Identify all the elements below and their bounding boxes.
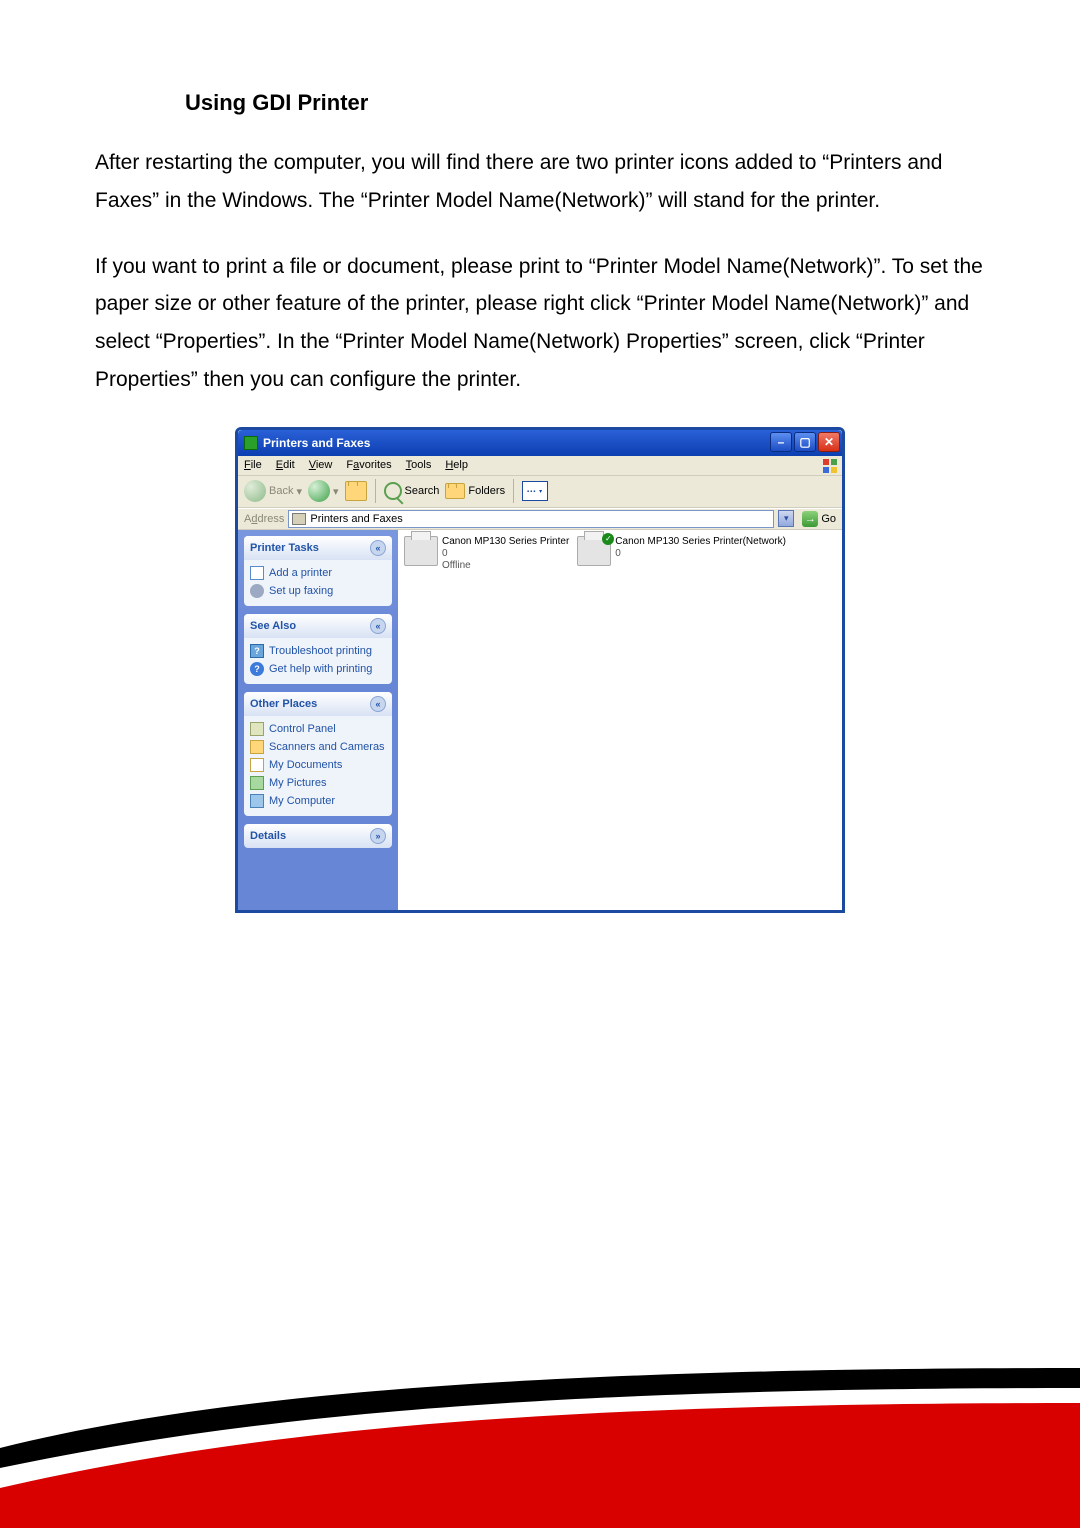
printer-icon: ✓ [577, 536, 611, 566]
printer-status: Offline [442, 560, 569, 572]
panel-see-also: See Also « ?Troubleshoot printing ?Get h… [244, 614, 392, 684]
section-heading: Using GDI Printer [185, 90, 985, 116]
views-button[interactable]: ▪▪▪ ▾ [522, 481, 548, 501]
toolbar-separator-2 [513, 479, 514, 503]
fax-icon [250, 584, 264, 598]
link-control-panel[interactable]: Control Panel [250, 722, 386, 736]
forward-icon [308, 480, 330, 502]
window-title: Printers and Faxes [263, 436, 370, 450]
default-printer-check-icon: ✓ [602, 533, 614, 545]
back-icon [244, 480, 266, 502]
collapse-icon[interactable]: « [370, 540, 386, 556]
help-icon: ? [250, 662, 264, 676]
printers-faxes-window: Printers and Faxes – ▢ ✕ File Edit View … [235, 427, 845, 913]
windows-flag-icon [822, 458, 838, 474]
minimize-button[interactable]: – [770, 432, 792, 452]
link-my-documents[interactable]: My Documents [250, 758, 386, 772]
control-panel-icon [250, 722, 264, 736]
panel-title: See Also [250, 620, 296, 632]
printer-item-network[interactable]: ✓ Canon MP130 Series Printer(Network) 0 [577, 536, 786, 566]
link-my-computer[interactable]: My Computer [250, 794, 386, 808]
menu-tools[interactable]: Tools [406, 459, 432, 471]
panel-details: Details » [244, 824, 392, 848]
menu-view[interactable]: View [309, 459, 333, 471]
search-icon [384, 482, 402, 500]
address-input[interactable]: Printers and Faxes [288, 510, 774, 528]
collapse-icon[interactable]: « [370, 618, 386, 634]
add-printer-icon [250, 566, 264, 580]
folders-icon [445, 483, 465, 499]
address-value: Printers and Faxes [310, 513, 402, 525]
printer-name: Canon MP130 Series Printer [442, 536, 569, 548]
toolbar: Back ▾ ▾ Search Folders ▪▪▪ ▾ [238, 476, 842, 508]
printer-icon [404, 536, 438, 566]
link-scanners-cameras[interactable]: Scanners and Cameras [250, 740, 386, 754]
printers-icon [244, 436, 258, 450]
link-troubleshoot[interactable]: ?Troubleshoot printing [250, 644, 386, 658]
close-button[interactable]: ✕ [818, 432, 840, 452]
link-my-pictures[interactable]: My Pictures [250, 776, 386, 790]
printer-docs-count: 0 [615, 548, 786, 560]
task-setup-faxing[interactable]: Set up faxing [250, 584, 386, 598]
computer-icon [250, 794, 264, 808]
paragraph-2: If you want to print a file or document,… [95, 248, 985, 399]
up-folder-button[interactable] [345, 481, 367, 501]
go-icon: → [802, 511, 818, 527]
printer-docs-count: 0 [442, 548, 569, 560]
task-add-printer[interactable]: Add a printer [250, 566, 386, 580]
menu-file[interactable]: File [244, 459, 262, 471]
page-footer-decoration [0, 1308, 1080, 1528]
question-icon: ? [250, 644, 264, 658]
documents-icon [250, 758, 264, 772]
panel-printer-tasks: Printer Tasks « Add a printer Set up fax… [244, 536, 392, 606]
search-button[interactable]: Search [384, 482, 440, 500]
panel-other-places: Other Places « Control Panel Scanners an… [244, 692, 392, 816]
panel-title: Printer Tasks [250, 542, 319, 554]
link-get-help[interactable]: ?Get help with printing [250, 662, 386, 676]
window-titlebar[interactable]: Printers and Faxes – ▢ ✕ [238, 430, 842, 456]
menu-favorites[interactable]: Favorites [346, 459, 391, 471]
printer-item-local[interactable]: Canon MP130 Series Printer 0 Offline [404, 536, 569, 572]
task-sidebar: Printer Tasks « Add a printer Set up fax… [238, 530, 398, 910]
forward-button[interactable]: ▾ [308, 480, 339, 502]
go-button[interactable]: → Go [798, 510, 840, 528]
paragraph-1: After restarting the computer, you will … [95, 144, 985, 220]
address-printers-icon [292, 513, 306, 525]
collapse-icon[interactable]: « [370, 696, 386, 712]
address-bar: Address Printers and Faxes ▾ → Go [238, 508, 842, 530]
back-button[interactable]: Back ▾ [244, 480, 302, 502]
printers-list-area[interactable]: Canon MP130 Series Printer 0 Offline ✓ C… [398, 530, 842, 910]
printer-name: Canon MP130 Series Printer(Network) [615, 536, 786, 548]
menu-help[interactable]: Help [445, 459, 468, 471]
panel-title: Details [250, 830, 286, 842]
address-label: Address [244, 513, 284, 525]
pictures-icon [250, 776, 264, 790]
toolbar-separator [375, 479, 376, 503]
menu-edit[interactable]: Edit [276, 459, 295, 471]
panel-title: Other Places [250, 698, 317, 710]
maximize-button[interactable]: ▢ [794, 432, 816, 452]
address-dropdown[interactable]: ▾ [778, 510, 794, 527]
menu-bar: File Edit View Favorites Tools Help [238, 456, 842, 476]
folders-button[interactable]: Folders [445, 483, 505, 499]
expand-icon[interactable]: » [370, 828, 386, 844]
scanners-icon [250, 740, 264, 754]
